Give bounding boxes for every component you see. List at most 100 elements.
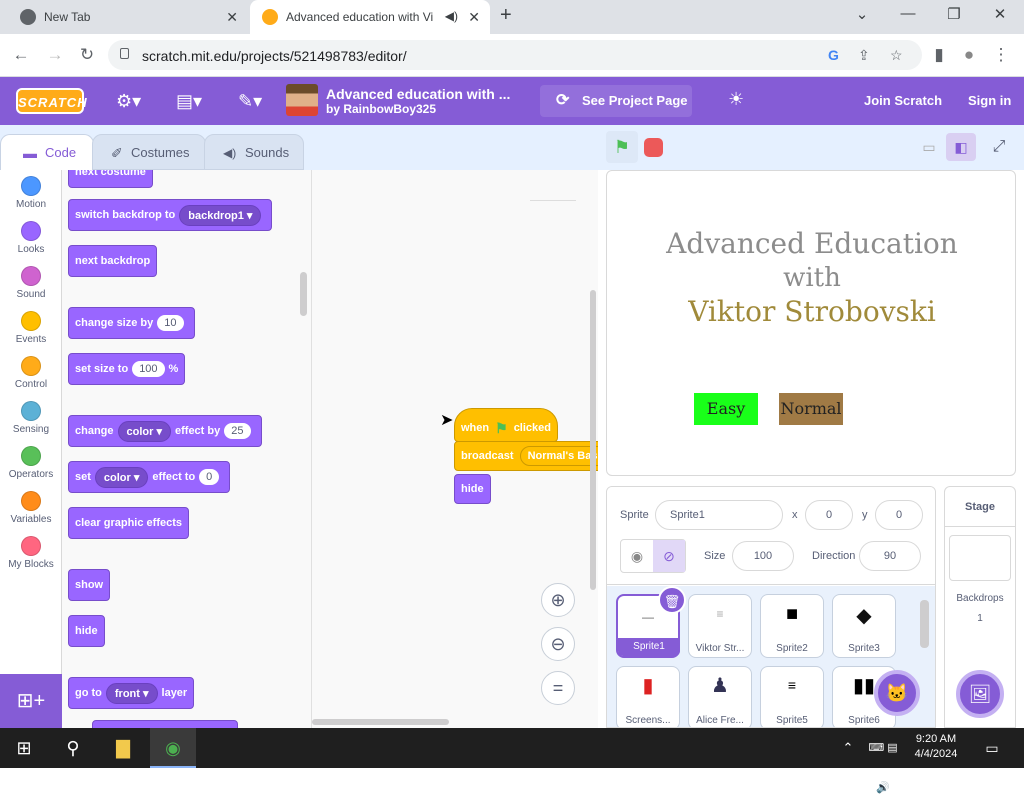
stop-button[interactable] <box>644 138 663 157</box>
share-icon[interactable]: ⇪ <box>858 47 870 64</box>
sprite-thumb-sprite3[interactable]: ◆ Sprite3 <box>832 594 896 658</box>
y-input[interactable]: 0 <box>875 500 923 530</box>
backdrop-dropdown[interactable]: backdrop1 ▾ <box>179 204 262 226</box>
block-broadcast[interactable]: broadcast Normal's Basic <box>454 441 598 471</box>
zoom-out-button[interactable]: ⊖ <box>541 627 575 661</box>
tab-sounds[interactable]: ◀) Sounds <box>204 134 304 170</box>
size-change-input[interactable]: 10 <box>157 315 184 331</box>
tab-costumes[interactable]: ✐ Costumes <box>92 134 206 170</box>
close-tab-icon[interactable]: ✕ <box>226 9 238 26</box>
size-input[interactable]: 100 <box>732 541 794 571</box>
edit-menu-icon[interactable]: ✎▾ <box>238 91 262 112</box>
tab-new-tab[interactable]: New Tab ✕ <box>8 0 248 34</box>
stage-canvas[interactable]: Advanced Education with Viktor Strobovsk… <box>606 170 1016 476</box>
project-author[interactable]: by RainbowBoy325 <box>326 102 436 116</box>
lock-icon[interactable] <box>120 48 129 59</box>
side-panel-icon[interactable]: ▮ <box>928 45 950 65</box>
sprite-list-scrollbar[interactable] <box>920 600 929 648</box>
block-change-effect[interactable]: change color ▾ effect by 25 <box>68 415 262 447</box>
hide-sprite-icon[interactable]: ⊘ <box>653 540 685 572</box>
address-bar[interactable]: scratch.mit.edu/projects/521498783/edito… <box>108 40 922 70</box>
block-switch-backdrop[interactable]: switch backdrop to backdrop1 ▾ <box>68 199 273 231</box>
add-sprite-button[interactable]: 🐱 <box>874 670 920 716</box>
project-title[interactable]: Advanced education with ... <box>326 86 510 102</box>
category-variables[interactable]: Variables <box>0 491 62 525</box>
script-horizontal-scrollbar[interactable] <box>312 719 449 725</box>
script-vertical-scrollbar[interactable] <box>590 290 596 590</box>
category-motion[interactable]: Motion <box>0 176 62 210</box>
zoom-in-button[interactable]: ⊕ <box>541 583 575 617</box>
block-set-size[interactable]: set size to 100 % <box>68 353 186 385</box>
profile-icon[interactable]: ● <box>958 45 980 65</box>
scratch-logo[interactable]: SCRATCH <box>16 88 87 114</box>
block-when-flag-clicked[interactable]: when ⚑ clicked <box>454 408 558 442</box>
category-sound[interactable]: Sound <box>0 266 62 300</box>
reload-button[interactable]: ↻ <box>76 45 98 65</box>
category-sensing[interactable]: Sensing <box>0 401 62 435</box>
google-lens-icon[interactable]: G <box>828 47 839 63</box>
palette-scrollbar[interactable] <box>300 272 307 316</box>
block-go-to-layer[interactable]: go to front ▾ layer <box>68 677 195 709</box>
chrome-menu-icon[interactable]: ⋮ <box>990 45 1012 65</box>
category-events[interactable]: Events <box>0 311 62 345</box>
tray-expand-icon[interactable]: ⌃ <box>838 728 858 768</box>
effect-dropdown[interactable]: color ▾ <box>94 466 149 488</box>
sign-in-link[interactable]: Sign in <box>968 93 1011 108</box>
small-stage-button[interactable]: ▭ <box>914 133 944 161</box>
sprite-name-input[interactable]: Sprite1 <box>655 500 783 530</box>
audio-playing-icon[interactable]: ◀) <box>445 9 458 23</box>
green-flag-button[interactable]: ⚑ <box>606 131 638 163</box>
category-operators[interactable]: Operators <box>0 446 62 480</box>
block-change-size[interactable]: change size by 10 <box>68 307 195 339</box>
sprite-thumb-sprite5[interactable]: ≡ Sprite5 <box>760 666 824 727</box>
minimize-button[interactable]: — <box>894 5 922 22</box>
show-sprite-icon[interactable]: ◉ <box>621 540 653 572</box>
block-hide[interactable]: hide <box>68 615 105 647</box>
join-scratch-link[interactable]: Join Scratch <box>864 93 942 108</box>
forward-button[interactable]: → <box>44 45 66 65</box>
block-next-backdrop[interactable]: next backdrop <box>68 245 158 277</box>
tray-icons[interactable]: ⌨ ▤ 🔊 <box>860 728 906 794</box>
effect-value-input[interactable]: 0 <box>199 469 220 485</box>
author-avatar[interactable] <box>286 84 318 116</box>
effect-dropdown[interactable]: color ▾ <box>117 420 171 442</box>
category-my-blocks[interactable]: My Blocks <box>0 536 62 570</box>
effect-change-input[interactable]: 25 <box>224 423 251 439</box>
add-backdrop-button[interactable]: 🖼 <box>956 670 1004 718</box>
taskbar-clock[interactable]: 9:20 AM 4/4/2024 <box>908 732 964 762</box>
notification-icon[interactable]: ▭ <box>980 728 1004 768</box>
block-hide-script[interactable]: hide <box>454 474 491 504</box>
broadcast-message-dropdown[interactable]: Normal's Basic <box>519 446 598 466</box>
restore-button[interactable]: ❐ <box>940 5 968 23</box>
sprite-thumb-alice[interactable]: ♟ Alice Fre... <box>688 666 752 727</box>
block-next-costume[interactable]: next costume <box>68 170 153 188</box>
start-button[interactable]: ⊞ <box>0 728 48 768</box>
see-project-page-button[interactable]: ⟳ See Project Page <box>540 85 692 117</box>
close-tab-icon[interactable]: ✕ <box>468 9 480 26</box>
block-show[interactable]: show <box>68 569 111 601</box>
search-icon[interactable]: ⚲ <box>50 728 96 768</box>
direction-input[interactable]: 90 <box>859 541 921 571</box>
sprite-thumb-screens[interactable]: ▮ Screens... <box>616 666 680 727</box>
zoom-reset-button[interactable]: = <box>541 671 575 705</box>
tab-code[interactable]: ▬ Code <box>0 134 94 170</box>
chrome-taskbar-icon[interactable]: ◉ <box>150 728 196 768</box>
new-tab-button[interactable]: + <box>500 4 512 27</box>
back-button[interactable]: ← <box>10 45 32 65</box>
easy-button[interactable]: Easy <box>694 393 758 425</box>
normal-button[interactable]: Normal <box>779 393 843 425</box>
block-partial[interactable] <box>92 720 238 728</box>
file-explorer-icon[interactable]: ▇ <box>100 728 146 768</box>
stage-thumbnail[interactable] <box>949 535 1011 581</box>
tab-search-icon[interactable]: ⌄ <box>848 5 876 23</box>
bookmark-star-icon[interactable]: ☆ <box>890 47 903 64</box>
add-extension-button[interactable]: ⊞+ <box>0 674 62 728</box>
delete-sprite-icon[interactable]: 🗑 <box>658 586 686 614</box>
layer-dropdown[interactable]: front ▾ <box>105 682 158 704</box>
window-close-button[interactable]: ✕ <box>986 5 1014 23</box>
theme-toggle-icon[interactable]: ☀ <box>728 89 744 110</box>
tab-scratch-project[interactable]: Advanced education with Vi ◀) ✕ <box>250 0 490 34</box>
category-control[interactable]: Control <box>0 356 62 390</box>
block-clear-graphic-effects[interactable]: clear graphic effects <box>68 507 189 539</box>
fullscreen-button[interactable]: ⤢ <box>984 133 1014 161</box>
